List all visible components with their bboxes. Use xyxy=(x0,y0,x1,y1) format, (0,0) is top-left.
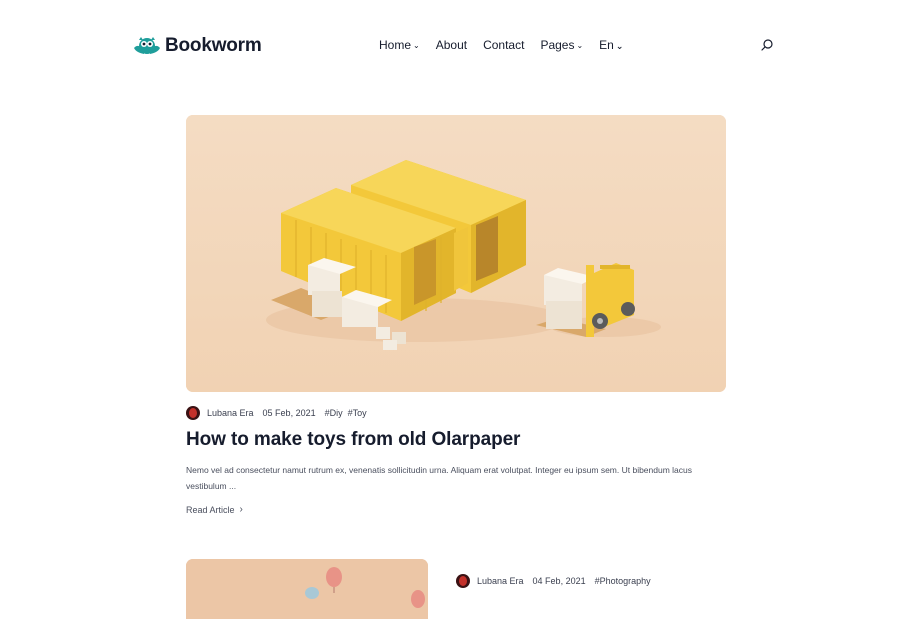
second-article-meta: Lubana Era 04 Feb, 2021 #Photography xyxy=(456,574,656,588)
nav-item-pages[interactable]: Pages ⌄ xyxy=(540,38,583,52)
brand-name: Bookworm xyxy=(165,35,262,56)
author-name[interactable]: Lubana Era xyxy=(207,408,254,418)
publish-date: 04 Feb, 2021 xyxy=(532,576,586,586)
search-icon[interactable] xyxy=(760,38,774,52)
nav-item-contact[interactable]: Contact xyxy=(483,38,524,52)
nav-item-home[interactable]: Home ⌄ xyxy=(379,38,420,52)
containers-illustration xyxy=(186,115,726,392)
bookworm-owl-icon xyxy=(134,37,160,54)
tag-link[interactable]: #Toy xyxy=(348,408,367,418)
main-nav: Home ⌄ About Contact Pages ⌄ En ⌄ xyxy=(379,38,623,52)
featured-article-meta: Lubana Era 05 Feb, 2021 #Diy #Toy xyxy=(186,406,372,420)
read-article-label: Read Article xyxy=(186,504,235,515)
chevron-right-icon: › xyxy=(239,504,243,515)
read-article-link[interactable]: Read Article › xyxy=(186,504,243,515)
nav-item-label: Contact xyxy=(483,38,525,52)
tag-link[interactable]: #Diy xyxy=(325,408,343,418)
chevron-down-icon: ⌄ xyxy=(615,40,624,51)
chevron-down-icon: ⌄ xyxy=(413,41,420,50)
chevron-down-icon: ⌄ xyxy=(576,41,584,50)
site-header: Bookworm Home ⌄ About Contact Pages ⌄ En… xyxy=(0,0,900,92)
author-avatar xyxy=(456,574,470,588)
nav-item-label: Home xyxy=(379,38,412,52)
publish-date: 05 Feb, 2021 xyxy=(262,408,316,418)
nav-item-label: About xyxy=(435,38,468,52)
brand-logo[interactable]: Bookworm xyxy=(133,34,262,58)
nav-item-label: Pages xyxy=(540,38,575,52)
featured-article-image[interactable] xyxy=(186,115,726,392)
tag-link[interactable]: #Photography xyxy=(595,576,651,586)
author-name[interactable]: Lubana Era xyxy=(477,576,524,586)
featured-article-title[interactable]: How to make toys from old Olarpaper xyxy=(186,429,520,451)
second-article-image[interactable] xyxy=(186,559,428,619)
balloons-illustration xyxy=(186,559,428,619)
author-avatar xyxy=(186,406,200,420)
language-selector[interactable]: En ⌄ xyxy=(599,38,623,52)
nav-item-about[interactable]: About xyxy=(436,38,467,52)
featured-article-excerpt: Nemo vel ad consectetur namut rutrum ex,… xyxy=(186,465,693,491)
language-label: En xyxy=(599,38,614,52)
